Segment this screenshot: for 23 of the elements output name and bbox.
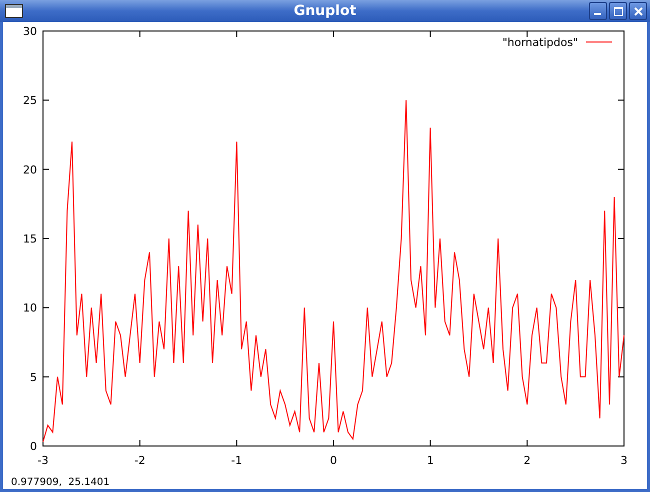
- axis-tick-label: -2: [134, 454, 146, 467]
- window-icon[interactable]: [5, 4, 23, 18]
- maximize-icon: [614, 6, 622, 16]
- close-button[interactable]: [629, 2, 647, 20]
- axis-tick-label: -1: [231, 454, 242, 467]
- axis-tick-label: 0: [30, 440, 37, 453]
- axis-tick-label: 30: [23, 25, 37, 38]
- axis-tick-label: 5: [30, 370, 37, 384]
- axis-tick-label: 10: [23, 302, 37, 315]
- axis-tick-label: 15: [23, 232, 37, 246]
- minimize-button[interactable]: [589, 2, 607, 20]
- axis-tick-label: 3: [620, 454, 628, 467]
- close-icon: [634, 6, 642, 16]
- maximize-button[interactable]: [609, 2, 627, 20]
- window-title: Gnuplot: [294, 3, 356, 19]
- legend-label: "hornatipdos": [502, 36, 578, 49]
- axis-tick-label: -3: [38, 454, 48, 467]
- axis-tick-label: 2: [524, 454, 531, 467]
- cursor-coordinates: 0.977909, 25.1401: [11, 477, 110, 488]
- axis-tick-label: 1: [426, 454, 434, 467]
- axis-tick-label: 25: [23, 94, 37, 108]
- axis-tick-label: 20: [23, 163, 37, 176]
- axis-tick-label: 0: [330, 454, 337, 467]
